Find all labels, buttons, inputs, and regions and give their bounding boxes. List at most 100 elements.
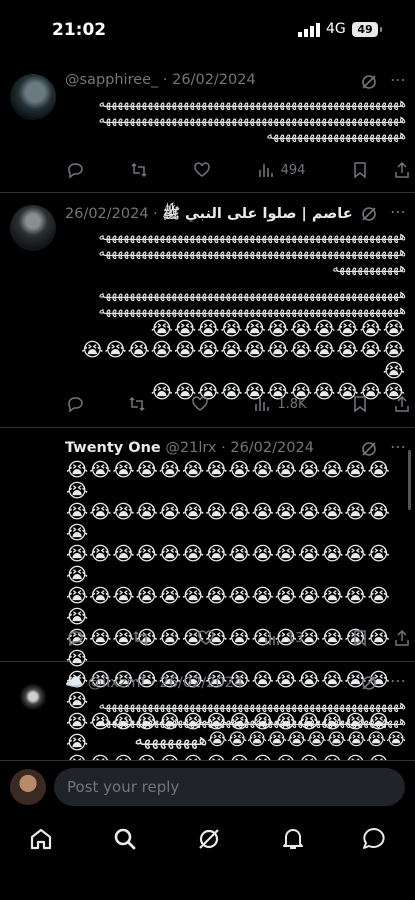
grok-icon[interactable] xyxy=(360,205,378,223)
scrollbar[interactable] xyxy=(408,450,411,510)
user-display-name[interactable]: Twenty One xyxy=(65,440,161,456)
bookmark-icon xyxy=(354,396,366,413)
like-button[interactable] xyxy=(193,161,211,179)
views-button[interactable]: 1.8K xyxy=(253,395,307,413)
emoji-row: 😭😭😭😭😭😭😭😭😭😭😭😭😭😭😭 xyxy=(66,543,391,586)
views-icon xyxy=(265,632,279,645)
reply-tweet[interactable]: @sapphiree_ · 26/02/2024 ⋯ ههههههههههههه… xyxy=(0,60,415,193)
cloud-icon: ☁️ xyxy=(65,675,84,691)
heart-icon xyxy=(192,396,208,411)
text-line: هههههههههههههههههههههههههههههههههههههههه… xyxy=(98,96,406,111)
reply-button[interactable] xyxy=(66,395,84,413)
share-icon xyxy=(395,395,409,412)
bookmark-icon xyxy=(354,162,366,179)
battery-icon: 49 xyxy=(352,22,382,37)
tweet-actions: 1.8K xyxy=(66,392,411,416)
text-line: هههههههههههههههههههههههههههههههههههههههه… xyxy=(98,245,406,260)
text-line: هههههههههههههههههههههههههههههههههههههههه… xyxy=(98,112,406,127)
tweet-text: هههههههههههههههههههههههههههههههههههههههه… xyxy=(66,96,406,144)
tweet-date: · 26/02/2024 xyxy=(221,440,314,456)
heart-icon xyxy=(194,162,210,177)
repost-button[interactable] xyxy=(132,629,150,647)
like-button[interactable] xyxy=(197,629,215,647)
signal-icon xyxy=(298,23,320,37)
reply-icon xyxy=(68,397,83,413)
avatar[interactable] xyxy=(10,205,56,251)
tweet-date: · 26/02/2024 xyxy=(65,206,158,222)
tweet-text: هههههههههههههههههههههههههههههههههههههههه… xyxy=(66,229,406,403)
home-icon[interactable] xyxy=(28,826,54,852)
text-line: هههههههههههه xyxy=(332,261,406,276)
user-handle[interactable]: @sapphiree_ xyxy=(65,72,158,88)
tweet-text: هههههههههههههههههههههههههههههههههههههههه… xyxy=(66,698,406,751)
emoji-row: 😭😭😭😭😭😭😭😭😭😭😭😭😭😭😭 xyxy=(81,339,406,382)
reply-icon xyxy=(68,163,83,179)
views-button[interactable]: 13 xyxy=(263,629,304,647)
repost-icon xyxy=(129,396,145,412)
emoji-row: 😭😭😭😭😭😭😭😭😭😭😭😭😭😭😭 xyxy=(66,501,391,544)
bookmark-button[interactable] xyxy=(351,395,369,413)
text-line: هههههههههههههههههههههههههههههههههههههههه… xyxy=(98,287,406,302)
messages-icon[interactable] xyxy=(361,826,387,852)
avatar[interactable] xyxy=(10,676,56,722)
text-line: هههههههههههههههههههههههههههههههههههههههه… xyxy=(98,303,406,318)
reply-bar: Post your reply xyxy=(0,760,415,813)
grok-icon[interactable] xyxy=(360,674,378,692)
emoji-row: 😭😭😭😭😭😭😭😭😭😭😭 xyxy=(150,318,406,340)
views-button[interactable]: 494 xyxy=(257,161,305,179)
reply-input[interactable]: Post your reply xyxy=(54,768,405,806)
tweet-actions: 494 xyxy=(66,158,411,182)
tweet-date: · 26/02/2024 xyxy=(162,72,256,88)
bookmark-button[interactable] xyxy=(351,629,369,647)
bookmark-button[interactable] xyxy=(351,161,369,179)
repost-icon xyxy=(131,162,147,178)
share-icon xyxy=(395,629,409,646)
share-button[interactable] xyxy=(393,395,411,413)
my-avatar[interactable] xyxy=(10,769,46,805)
more-icon[interactable]: ⋯ xyxy=(390,671,407,690)
views-icon xyxy=(258,164,273,177)
text-line: ههههههههههههههههههههههه xyxy=(266,128,406,143)
reply-tweet[interactable]: عاصم | صلوا على النبي ﷺ · 26/02/2024 ⋯ ه… xyxy=(0,193,415,428)
avatar[interactable] xyxy=(10,74,56,120)
reply-button[interactable] xyxy=(66,629,84,647)
text-line: هههههههههههههههههههههههههههههههههههههههه… xyxy=(98,698,406,713)
user-handle[interactable]: @21lrx xyxy=(165,440,216,456)
text-line: هههههههههههههههههههههههههههههههههههههههه… xyxy=(98,229,406,244)
notifications-icon[interactable] xyxy=(280,826,306,852)
search-icon[interactable] xyxy=(112,826,138,852)
repost-icon xyxy=(133,630,149,646)
repost-button[interactable] xyxy=(128,395,146,413)
grok-icon[interactable] xyxy=(196,826,222,852)
grok-icon[interactable] xyxy=(360,73,378,91)
views-icon xyxy=(255,398,270,411)
user-handle[interactable]: @iixzmf xyxy=(88,675,146,691)
tweet-date: · 26/02/2024 xyxy=(150,675,244,691)
views-count: 1.8K xyxy=(277,396,307,412)
reply-button[interactable] xyxy=(66,161,84,179)
like-button[interactable] xyxy=(191,395,209,413)
share-button[interactable] xyxy=(393,161,411,179)
text-line: هههههههههههههههههههههههههههههههههههههههه… xyxy=(98,714,406,729)
reply-tweet[interactable]: ☁️ @iixzmf · 26/02/2024 ⋯ هههههههههههههه… xyxy=(0,662,415,760)
share-button[interactable] xyxy=(393,629,411,647)
share-icon xyxy=(395,161,409,178)
emoji-row: 😭😭😭😭😭😭😭😭😭😭😭😭😭😭😭 xyxy=(66,460,391,502)
bookmark-icon xyxy=(354,630,366,647)
status-bar: 21:02 4G 49 xyxy=(0,0,415,60)
more-icon[interactable]: ⋯ xyxy=(390,437,407,456)
user-display-name[interactable]: عاصم | صلوا على النبي ﷺ xyxy=(162,206,352,222)
views-count: 13 xyxy=(286,630,304,646)
grok-icon[interactable] xyxy=(360,440,378,458)
emoji-row: 😭😭😭😭😭😭😭😭😭😭😭😭😭😭😭 xyxy=(66,585,391,628)
reply-icon xyxy=(68,631,83,647)
repost-button[interactable] xyxy=(130,161,148,179)
emoji-row: 😭😭😭😭😭😭😭😭😭😭ههههههههه xyxy=(134,730,406,750)
more-icon[interactable]: ⋯ xyxy=(390,202,407,221)
bottom-nav xyxy=(0,812,415,900)
more-icon[interactable]: ⋯ xyxy=(390,70,407,89)
reply-tweet[interactable]: Twenty One @21lrx · 26/02/2024 ⋯ 😭😭😭😭😭😭😭… xyxy=(0,428,415,817)
network-label: 4G xyxy=(326,21,346,37)
clock-time: 21:02 xyxy=(52,20,107,40)
tweet-actions: 13 xyxy=(66,626,411,650)
